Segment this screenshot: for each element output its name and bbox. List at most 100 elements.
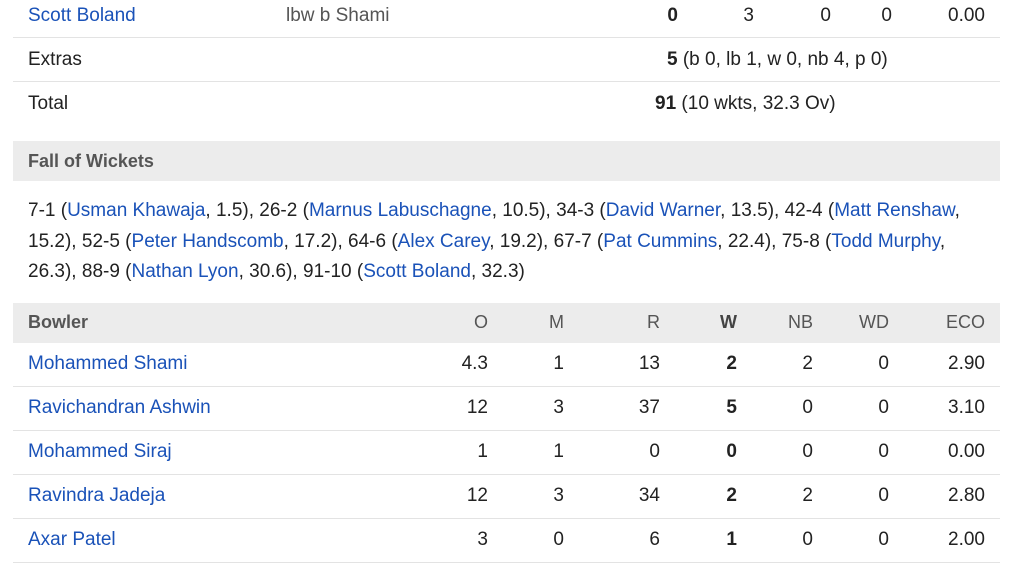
bowler-overs: 4.3 <box>461 353 488 374</box>
bowler-maidens: 1 <box>553 441 564 462</box>
bowler-wides: 0 <box>878 353 889 374</box>
noballs-column-header: NB <box>787 312 813 332</box>
overs-column-header: O <box>473 312 488 332</box>
bowler-economy: 0.00 <box>948 441 985 462</box>
batter-runs: 0 <box>667 5 678 26</box>
bowler-overs: 12 <box>466 397 488 418</box>
fow-player-link[interactable]: Matt Renshaw <box>834 200 954 221</box>
bowler-maidens: 3 <box>553 397 564 418</box>
bowler-runs: 13 <box>638 353 660 374</box>
batter-balls: 3 <box>743 5 754 26</box>
total-value: 91 <box>655 93 677 114</box>
batter-fours: 0 <box>820 5 831 26</box>
fow-item: 64-6 (Alex Carey, 19.2), <box>348 230 554 252</box>
fow-player-link[interactable]: Scott Boland <box>363 261 471 282</box>
bowler-economy: 2.80 <box>948 485 985 506</box>
bowler-noballs: 0 <box>802 529 813 550</box>
bowler-noballs: 0 <box>802 441 813 462</box>
fow-over: 22.4 <box>727 230 765 252</box>
bowler-overs: 1 <box>477 441 488 462</box>
bowler-row: Axar Patel 3 0 6 1 0 0 2.00 <box>13 519 1000 563</box>
bowler-name-link[interactable]: Ravichandran Ashwin <box>28 397 211 419</box>
batter-strike-rate: 0.00 <box>948 5 985 26</box>
fow-score: 42-4 <box>784 200 823 221</box>
fow-player-link[interactable]: Pat Cummins <box>603 231 717 252</box>
bowler-runs: 34 <box>638 485 660 506</box>
fow-score: 52-5 <box>81 230 120 252</box>
fow-item: 91-10 (Scott Boland, 32.3) <box>303 261 525 282</box>
fow-over: 13.5 <box>730 200 768 221</box>
bowler-row: Mohammed Siraj 1 1 0 0 0 0 0.00 <box>13 431 1000 475</box>
bowler-wickets: 2 <box>726 485 737 506</box>
scorecard: Scott Boland lbw b Shami 0 3 0 0 0.00 Ex… <box>13 0 1000 563</box>
bowler-noballs: 0 <box>802 397 813 418</box>
fow-player-link[interactable]: Todd Murphy <box>831 231 939 252</box>
fow-item: 34-3 (David Warner, 13.5), <box>556 200 785 221</box>
batting-row: Scott Boland lbw b Shami 0 3 0 0 0.00 <box>13 0 1000 38</box>
fow-score: 26-2 <box>259 200 298 221</box>
bowler-economy: 2.90 <box>948 353 985 374</box>
maidens-column-header: M <box>549 312 564 332</box>
wides-column-header: WD <box>859 312 889 332</box>
total-label: Total <box>28 93 69 114</box>
fow-player-link[interactable]: Marnus Labuschagne <box>309 200 492 221</box>
bowler-name-link[interactable]: Mohammed Shami <box>28 353 187 375</box>
fow-item: 26-2 (Marnus Labuschagne, 10.5), <box>259 200 557 221</box>
total-summary: 91 (10 wkts, 32.3 Ov) <box>655 93 836 115</box>
total-row: Total 91 (10 wkts, 32.3 Ov) <box>13 82 1000 126</box>
bowler-row: Mohammed Shami 4.3 1 13 2 2 0 2.90 <box>13 343 1000 387</box>
fow-score: 7-1 <box>28 200 56 221</box>
bowler-maidens: 0 <box>553 529 564 550</box>
bowler-economy: 2.00 <box>948 529 985 550</box>
extras-row: Extras 5 (b 0, lb 1, w 0, nb 4, p 0) <box>13 38 1000 82</box>
fow-player-link[interactable]: Peter Handscomb <box>132 231 284 252</box>
fow-player-link[interactable]: Usman Khawaja <box>67 200 205 221</box>
dismissal-text: lbw b Shami <box>286 5 390 26</box>
fall-of-wickets-header: Fall of Wickets <box>13 141 1000 181</box>
bowler-row: Ravichandran Ashwin 12 3 37 5 0 0 3.10 <box>13 387 1000 431</box>
extras-label: Extras <box>28 49 82 70</box>
fow-over: 26.3 <box>28 261 65 282</box>
fow-score: 67-7 <box>553 230 592 252</box>
bowler-maidens: 1 <box>553 353 564 374</box>
fow-over: 17.2 <box>294 230 332 252</box>
bowler-runs: 0 <box>649 441 660 462</box>
fow-player-link[interactable]: Nathan Lyon <box>132 261 239 282</box>
bowler-noballs: 2 <box>802 485 813 506</box>
fall-of-wickets-list: 7-1 (Usman Khawaja, 1.5), 26-2 (Marnus L… <box>28 196 988 288</box>
bowler-name-link[interactable]: Ravindra Jadeja <box>28 485 165 507</box>
bowler-column-header: Bowler <box>28 312 89 332</box>
fall-of-wickets-title: Fall of Wickets <box>28 151 154 171</box>
fow-player-link[interactable]: David Warner <box>606 200 720 221</box>
fow-score: 75-8 <box>781 230 820 252</box>
bowler-wickets: 2 <box>726 353 737 374</box>
bowling-header: Bowler O M R W NB WD ECO <box>13 303 1000 343</box>
fow-over: 1.5 <box>215 200 243 221</box>
fow-over: 10.5 <box>502 200 540 221</box>
fow-item: 7-1 (Usman Khawaja, 1.5), <box>28 200 260 221</box>
economy-column-header: ECO <box>945 312 985 332</box>
bowler-economy: 3.10 <box>948 397 985 418</box>
bowler-wides: 0 <box>878 529 889 550</box>
fow-over: 30.6 <box>249 261 287 282</box>
fow-item: 67-7 (Pat Cummins, 22.4), <box>553 230 782 252</box>
bowler-overs: 12 <box>466 485 488 506</box>
fow-item: 88-9 (Nathan Lyon, 30.6), <box>81 261 303 282</box>
batter-sixes: 0 <box>881 5 892 26</box>
bowler-wides: 0 <box>878 397 889 418</box>
bowler-noballs: 2 <box>802 353 813 374</box>
bowler-name-link[interactable]: Mohammed Siraj <box>28 441 172 463</box>
bowler-wickets: 1 <box>726 529 737 550</box>
fow-player-link[interactable]: Alex Carey <box>398 231 490 252</box>
fow-score: 64-6 <box>348 230 387 252</box>
bowler-name-link[interactable]: Axar Patel <box>28 529 116 551</box>
total-detail: (10 wkts, 32.3 Ov) <box>681 93 836 114</box>
extras-summary: 5 (b 0, lb 1, w 0, nb 4, p 0) <box>667 49 888 71</box>
bowler-wickets: 5 <box>726 397 737 418</box>
extras-value: 5 <box>667 49 678 70</box>
bowler-runs: 6 <box>649 529 660 550</box>
bowler-row: Ravindra Jadeja 12 3 34 2 2 0 2.80 <box>13 475 1000 519</box>
batter-name-link[interactable]: Scott Boland <box>28 5 136 27</box>
fow-score: 91-10 <box>303 261 352 282</box>
runs-column-header: R <box>647 312 660 332</box>
